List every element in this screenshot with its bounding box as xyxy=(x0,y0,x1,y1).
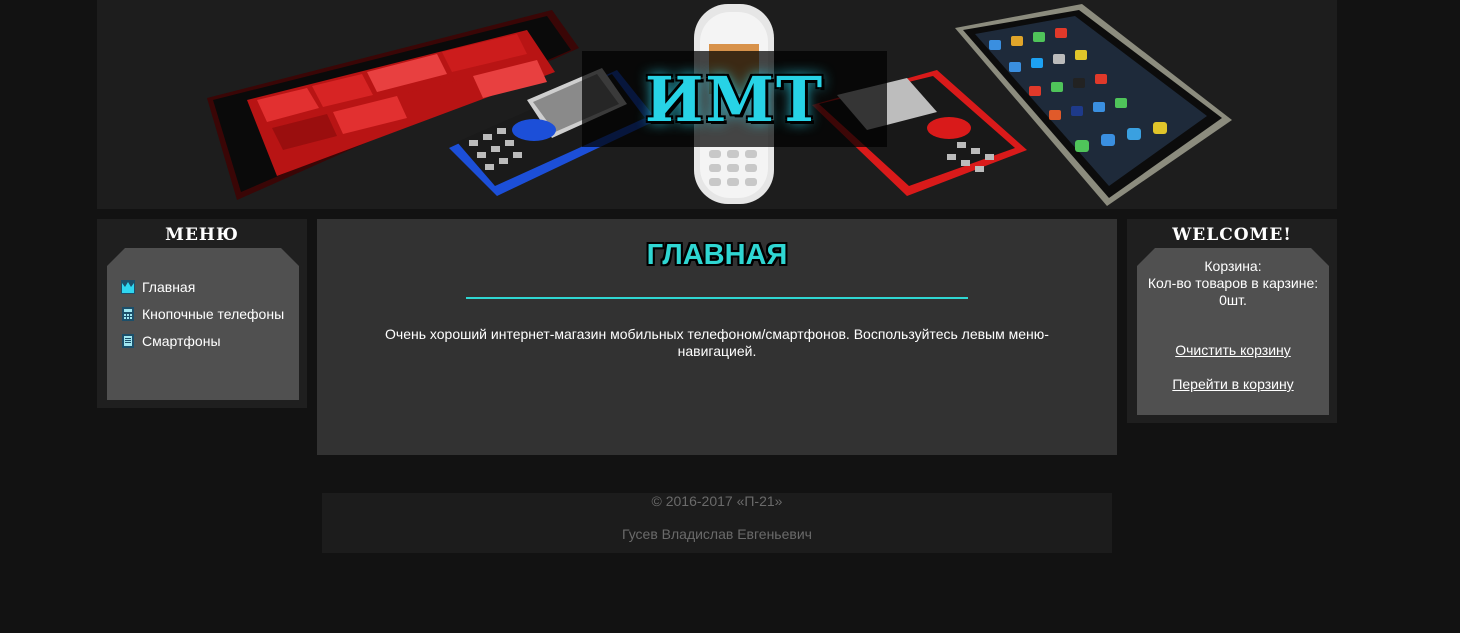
footer-copyright: © 2016-2017 «П-21» xyxy=(651,493,783,509)
page-title: ГЛАВНАЯ xyxy=(646,239,788,271)
sidebar-menu: МЕНЮ Главная Кнопочные телефоны Смартфон… xyxy=(97,219,307,408)
welcome-panel: WELCOME! Корзина: Кол-во товаров в карзи… xyxy=(1127,219,1337,423)
menu-item-keypad-phones[interactable]: Кнопочные телефоны xyxy=(121,301,291,328)
site-logo: ИМТ xyxy=(644,62,825,136)
crown-icon xyxy=(121,280,135,294)
header-banner: ИМТ xyxy=(97,0,1337,209)
calculator-icon xyxy=(121,307,135,321)
footer-author: Гусев Владислав Евгеньевич xyxy=(622,526,812,542)
go-to-cart-link[interactable]: Перейти в корзину xyxy=(1137,376,1329,393)
logo-box: ИМТ xyxy=(582,51,887,147)
iphone-image xyxy=(955,4,1232,206)
menu-title: МЕНЮ xyxy=(165,225,239,245)
main-content: ГЛАВНАЯ Очень хороший интернет-магазин м… xyxy=(317,219,1117,455)
menu-list: Главная Кнопочные телефоны Смартфоны xyxy=(121,274,291,355)
footer: © 2016-2017 «П-21» Гусев Владислав Евген… xyxy=(322,493,1112,553)
title-divider xyxy=(466,297,968,299)
cart-label: Корзина: xyxy=(1204,258,1262,274)
cart-info: Корзина: Кол-во товаров в карзине: 0шт. xyxy=(1137,258,1329,309)
menu-item-home[interactable]: Главная xyxy=(121,274,291,301)
intro-text: Очень хороший интернет-магазин мобильных… xyxy=(385,326,1049,359)
cart-count: 0шт. xyxy=(1219,292,1247,308)
menu-box: Главная Кнопочные телефоны Смартфоны xyxy=(107,248,299,400)
cart-count-label: Кол-во товаров в карзине: xyxy=(1147,275,1319,291)
menu-item-label: Смартфоны xyxy=(142,333,221,349)
welcome-title: WELCOME! xyxy=(1172,225,1292,245)
menu-item-label: Главная xyxy=(142,279,196,295)
menu-item-smartphones[interactable]: Смартфоны xyxy=(121,328,291,355)
clear-cart-link[interactable]: Очистить корзину xyxy=(1137,342,1329,359)
menu-item-label: Кнопочные телефоны xyxy=(142,306,285,322)
cart-box: Корзина: Кол-во товаров в карзине: 0шт. … xyxy=(1137,248,1329,415)
document-icon xyxy=(121,334,135,348)
